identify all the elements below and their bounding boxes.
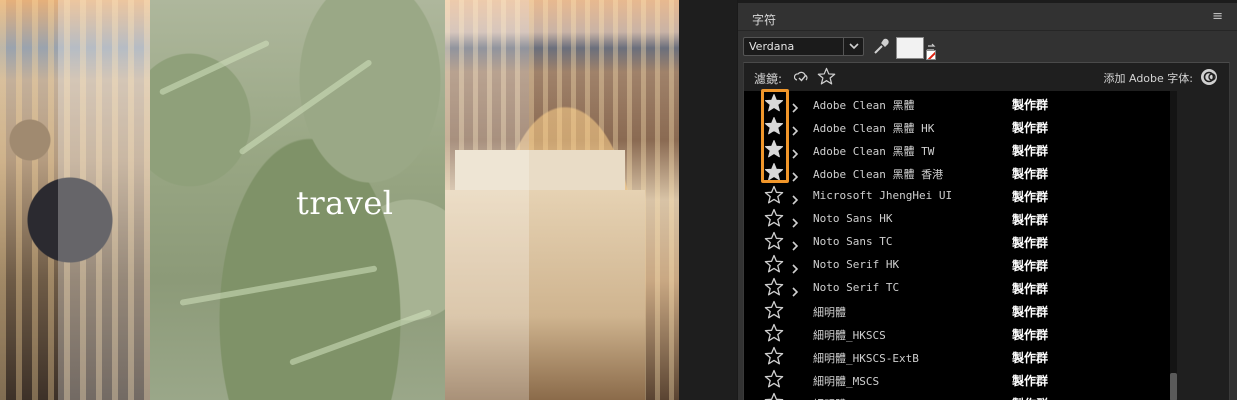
white-overlay-strip [58, 0, 150, 400]
font-list-row[interactable]: Noto Sans HK 製作群 [744, 207, 1170, 230]
font-sample-text: 製作群 [1012, 351, 1049, 365]
font-name: 細明體_HKSCS [813, 329, 886, 342]
scrollbar-track[interactable] [1170, 91, 1177, 400]
font-name: Microsoft JhengHei UI [813, 189, 953, 202]
font-name: Adobe Clean 黑體 [813, 99, 915, 112]
font-name: Adobe Clean 黑體 TW [813, 145, 935, 158]
font-list-row[interactable]: Adobe Clean 黑體 TW 製作群 [744, 138, 1170, 161]
fern-leaf [238, 58, 373, 156]
star-outline-icon[interactable] [764, 208, 784, 228]
chevron-right-icon[interactable] [791, 190, 799, 205]
font-name: 細明體_MSCS-ExtB [813, 396, 912, 400]
font-name: Adobe Clean 黑體 HK [813, 122, 935, 135]
no-stroke-icon[interactable] [926, 50, 936, 60]
star-outline-icon[interactable] [764, 277, 784, 297]
cloud-check-filter-icon[interactable] [793, 69, 810, 85]
chevron-right-icon[interactable] [791, 213, 799, 228]
font-sample-text: 製作群 [1012, 190, 1049, 204]
font-list-row[interactable]: Adobe Clean 黑體 製作群 [744, 92, 1170, 115]
chevron-right-icon[interactable] [791, 259, 799, 274]
city-photo-right [445, 0, 679, 400]
font-name: Noto Serif HK [813, 258, 900, 271]
fern-leaf [179, 265, 378, 306]
font-sample-text: 製作群 [1012, 167, 1049, 181]
font-list-row[interactable]: 細明體 製作群 [744, 299, 1170, 322]
swap-colors-icon[interactable] [926, 38, 936, 53]
font-list-row[interactable]: 細明體_HKSCS 製作群 [744, 322, 1170, 345]
font-name: Adobe Clean 黑體 香港 [813, 168, 944, 181]
add-adobe-fonts-label: 添加 Adobe 字体: [1103, 72, 1194, 85]
creative-cloud-icon[interactable] [1200, 68, 1218, 86]
fill-color-swatch[interactable] [896, 37, 924, 59]
font-sample-text: 製作群 [1012, 213, 1049, 227]
fern-leaf [288, 308, 432, 366]
star-outline-icon[interactable] [764, 231, 784, 251]
font-list-row[interactable]: Microsoft JhengHei UI 製作群 [744, 184, 1170, 207]
panel-divider [738, 30, 1237, 31]
scrollbar-thumb[interactable] [1170, 373, 1177, 400]
chevron-right-icon[interactable] [791, 121, 799, 136]
font-name: 細明體_HKSCS-ExtB [813, 352, 919, 365]
font-sample-text: 製作群 [1012, 374, 1049, 388]
star-outline-icon[interactable] [764, 300, 784, 320]
font-list-row[interactable]: 細明體_MSCS-ExtB 製作群 [744, 391, 1170, 400]
panel-top-border [738, 0, 1237, 3]
chevron-right-icon[interactable] [791, 144, 799, 159]
font-name: Noto Serif TC [813, 281, 900, 294]
chevron-right-icon[interactable] [791, 167, 799, 182]
star-outline-icon[interactable] [764, 392, 784, 400]
font-sample-text: 製作群 [1012, 259, 1049, 273]
font-family-value: Verdana [749, 40, 795, 53]
scrollbar-area [1170, 91, 1229, 400]
font-name: 細明體 [813, 306, 846, 319]
city-photo-left [0, 0, 150, 400]
font-sample-text: 製作群 [1012, 305, 1049, 319]
star-outline-icon[interactable] [764, 369, 784, 389]
chevron-down-icon[interactable] [843, 38, 863, 55]
star-outline-icon[interactable] [764, 254, 784, 274]
white-overlay-strip [445, 0, 529, 400]
font-sample-text: 製作群 [1012, 282, 1049, 296]
star-outline-icon[interactable] [764, 346, 784, 366]
font-list-row[interactable]: Noto Sans TC 製作群 [744, 230, 1170, 253]
font-sample-text: 製作群 [1012, 98, 1049, 112]
chevron-right-icon[interactable] [791, 236, 799, 251]
panel-menu-icon[interactable]: ≡ [1212, 9, 1223, 24]
font-name: 細明體_MSCS [813, 375, 880, 388]
font-family-select[interactable]: Verdana [743, 37, 864, 56]
font-list-row[interactable]: 細明體_MSCS 製作群 [744, 368, 1170, 391]
font-list-row[interactable]: Adobe Clean 黑體 HK 製作群 [744, 115, 1170, 138]
eyedropper-icon[interactable] [872, 37, 890, 56]
filter-label: 濾鏡: [754, 72, 783, 86]
font-sample-text: 製作群 [1012, 236, 1049, 250]
font-name: Noto Sans TC [813, 235, 893, 248]
star-outline-icon[interactable] [764, 323, 784, 343]
chevron-right-icon[interactable] [791, 98, 799, 113]
font-list-dropdown: 濾鏡: 添加 Adobe 字体: Adobe Clean 黑體 製作群 Adobe … [743, 62, 1230, 400]
font-list-row[interactable]: Noto Serif TC 製作群 [744, 276, 1170, 299]
font-list-row[interactable]: Noto Serif HK 製作群 [744, 253, 1170, 276]
font-sample-text: 製作群 [1012, 328, 1049, 342]
font-list-row[interactable]: 細明體_HKSCS-ExtB 製作群 [744, 345, 1170, 368]
font-sample-text: 製作群 [1012, 121, 1049, 135]
font-name: Noto Sans HK [813, 212, 893, 225]
font-sample-text: 製作群 [1012, 144, 1049, 158]
font-list-row[interactable]: Adobe Clean 黑體 香港 製作群 [744, 161, 1170, 184]
character-panel: 字符 ≡ Verdana 濾鏡: 添加 Adobe 字体: Adobe Clea… [737, 0, 1237, 400]
font-sample-text: 製作群 [1012, 395, 1048, 400]
workspace-gap [679, 0, 737, 400]
font-list: Adobe Clean 黑體 製作群 Adobe Clean 黑體 HK 製作群 Ado… [744, 91, 1170, 400]
filter-bar: 濾鏡: 添加 Adobe 字体: [744, 63, 1229, 91]
star-filter-icon[interactable] [817, 67, 836, 86]
chevron-right-icon[interactable] [791, 282, 799, 297]
travel-text-layer[interactable]: travel [296, 184, 393, 222]
panel-title[interactable]: 字符 [752, 11, 776, 28]
favorites-highlight-box [761, 89, 789, 183]
fern-leaf [158, 39, 271, 96]
document-canvas: travel [0, 0, 679, 400]
star-outline-icon[interactable] [764, 185, 784, 205]
